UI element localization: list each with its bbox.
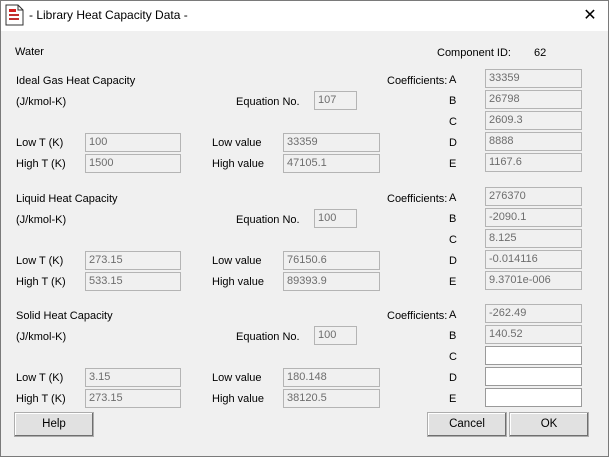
liquid-coef-b-letter: B [449,213,457,225]
liquid-coef-a-field[interactable]: 276370 [485,187,582,206]
ideal-gas-coef-e-letter: E [449,158,457,170]
solid-high-value-label: High value [212,393,264,405]
ideal-gas-coef-d-field[interactable]: 8888 [485,132,582,151]
liquid-coefficients-label: Coefficients: [387,193,448,205]
solid-coefficients-label: Coefficients: [387,310,448,322]
ideal-gas-low-t-label: Low T (K) [16,137,64,149]
component-id-value: 62 [534,47,547,59]
heat-capacity-dialog: - Library Heat Capacity Data - ✕ Water C… [0,0,609,457]
solid-coef-c-field[interactable] [485,346,582,365]
liquid-low-t-field[interactable]: 273.15 [85,251,181,270]
solid-high-t-field[interactable]: 273.15 [85,389,181,408]
ideal-gas-coef-d-letter: D [449,137,457,149]
ideal-gas-coefficients-label: Coefficients: [387,75,448,87]
ideal-gas-high-t-label: High T (K) [16,158,66,170]
liquid-high-value-label: High value [212,276,264,288]
liquid-units-label: (J/kmol-K) [16,214,67,226]
liquid-coef-e-letter: E [449,276,457,288]
liquid-coef-b-field[interactable]: -2090.1 [485,208,582,227]
title-bar: - Library Heat Capacity Data - ✕ [1,1,608,31]
solid-units-label: (J/kmol-K) [16,331,67,343]
solid-equation-field[interactable]: 100 [314,326,357,345]
ideal-gas-coef-e-field[interactable]: 1167.6 [485,153,582,172]
ideal-gas-high-value-field[interactable]: 47105.1 [283,154,380,173]
liquid-coef-d-letter: D [449,255,457,267]
liquid-coef-d-field[interactable]: -0.014116 [485,250,582,269]
liquid-low-t-label: Low T (K) [16,255,64,267]
component-id-label: Component ID: [437,47,511,59]
document-app-icon [5,4,24,26]
solid-low-value-field[interactable]: 180.148 [283,368,380,387]
liquid-section-title: Liquid Heat Capacity [16,193,118,205]
ideal-gas-coef-c-letter: C [449,116,457,128]
liquid-coef-c-letter: C [449,234,457,246]
solid-high-value-field[interactable]: 38120.5 [283,389,380,408]
liquid-equation-field[interactable]: 100 [314,209,357,228]
ideal-gas-coef-b-letter: B [449,95,457,107]
liquid-high-t-field[interactable]: 533.15 [85,272,181,291]
close-icon[interactable]: ✕ [572,1,608,31]
liquid-low-value-field[interactable]: 76150.6 [283,251,380,270]
solid-coef-b-letter: B [449,330,457,342]
solid-equation-label: Equation No. [236,331,300,343]
solid-coef-a-field[interactable]: -262.49 [485,304,582,323]
liquid-equation-label: Equation No. [236,214,300,226]
solid-low-t-label: Low T (K) [16,372,64,384]
ideal-gas-equation-label: Equation No. [236,96,300,108]
window-title: - Library Heat Capacity Data - [29,8,188,22]
liquid-coef-e-field[interactable]: 9.3701e-006 [485,271,582,290]
ideal-gas-units-label: (J/kmol-K) [16,96,67,108]
ideal-gas-coef-b-field[interactable]: 26798 [485,90,582,109]
liquid-high-value-field[interactable]: 89393.9 [283,272,380,291]
ideal-gas-high-t-field[interactable]: 1500 [85,154,181,173]
solid-coef-e-field[interactable] [485,388,582,407]
solid-low-value-label: Low value [212,372,262,384]
cancel-button[interactable]: Cancel [427,412,507,437]
solid-low-t-field[interactable]: 3.15 [85,368,181,387]
liquid-coef-a-letter: A [449,192,457,204]
ideal-gas-low-value-label: Low value [212,137,262,149]
ideal-gas-coef-c-field[interactable]: 2609.3 [485,111,582,130]
solid-high-t-label: High T (K) [16,393,66,405]
ok-button[interactable]: OK [509,412,589,437]
ideal-gas-low-t-field[interactable]: 100 [85,133,181,152]
solid-coef-a-letter: A [449,309,457,321]
ideal-gas-section-title: Ideal Gas Heat Capacity [16,75,136,87]
solid-coef-b-field[interactable]: 140.52 [485,325,582,344]
ideal-gas-low-value-field[interactable]: 33359 [283,133,380,152]
ideal-gas-coef-a-letter: A [449,74,457,86]
ideal-gas-equation-field[interactable]: 107 [314,91,357,110]
component-name: Water [15,46,44,58]
solid-coef-e-letter: E [449,393,457,405]
ideal-gas-high-value-label: High value [212,158,264,170]
liquid-coef-c-field[interactable]: 8.125 [485,229,582,248]
ideal-gas-coef-a-field[interactable]: 33359 [485,69,582,88]
help-button[interactable]: Help [14,412,94,437]
liquid-high-t-label: High T (K) [16,276,66,288]
solid-section-title: Solid Heat Capacity [16,310,113,322]
solid-coef-c-letter: C [449,351,457,363]
solid-coef-d-field[interactable] [485,367,582,386]
liquid-low-value-label: Low value [212,255,262,267]
solid-coef-d-letter: D [449,372,457,384]
